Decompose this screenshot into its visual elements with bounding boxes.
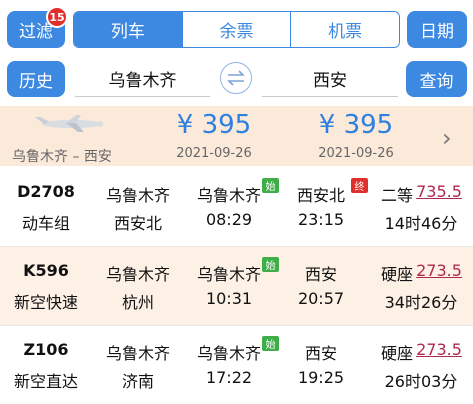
- query-button[interactable]: 查询: [406, 61, 467, 97]
- train-origin: 乌鲁木齐: [105, 344, 170, 363]
- tab-flights[interactable]: 机票: [290, 12, 399, 47]
- trip-duration: 14时46分: [384, 214, 458, 233]
- airplane-icon: [35, 115, 103, 132]
- train-number: K596: [23, 261, 69, 280]
- mode-tabs: 列车 余票 机票: [73, 11, 400, 48]
- arrive-time: 23:15: [297, 210, 345, 229]
- flight-date: 2021-09-26: [176, 146, 252, 161]
- seat-price[interactable]: 735.5: [413, 182, 465, 201]
- to-station-input[interactable]: 西安: [262, 61, 398, 97]
- from-station-input[interactable]: 乌鲁木齐: [75, 61, 210, 97]
- seat-class: 硬座: [380, 265, 413, 284]
- chevron-right-icon[interactable]: ›: [442, 124, 452, 152]
- swap-stations-button[interactable]: [220, 62, 252, 94]
- train-destination: 杭州: [121, 293, 154, 312]
- arrive-station: 西安北: [296, 186, 345, 205]
- arrive-station: 西安: [304, 265, 337, 284]
- trip-duration: 34时26分: [384, 293, 458, 312]
- filter-count-badge: 15: [46, 6, 68, 28]
- start-station-tag: 始: [262, 257, 279, 272]
- start-station-tag: 始: [262, 336, 279, 351]
- table-row[interactable]: K596 新空快速 乌鲁木齐 杭州 乌鲁木齐 始 10:31 西安 20:57 …: [0, 247, 473, 325]
- arrive-time: 20:57: [297, 289, 345, 308]
- train-destination: 西安北: [113, 214, 162, 233]
- flight-price-option[interactable]: ¥ 395 2021-09-26: [154, 110, 274, 161]
- trip-duration: 26时03分: [384, 372, 458, 391]
- tab-trains[interactable]: 列车: [74, 12, 182, 47]
- table-row[interactable]: D2708 动车组 乌鲁木齐 西安北 乌鲁木齐 始 08:29 西安北 终 23…: [0, 168, 473, 246]
- train-number: Z106: [23, 340, 69, 359]
- seat-price[interactable]: 273.5: [413, 261, 465, 280]
- table-row[interactable]: Z106 新空直达 乌鲁木齐 济南 乌鲁木齐 始 17:22 西安 19:25 …: [0, 326, 473, 404]
- depart-station: 乌鲁木齐: [196, 186, 261, 205]
- depart-time: 08:29: [205, 210, 253, 229]
- seat-price[interactable]: 273.5: [413, 340, 465, 359]
- seat-class: 硬座: [380, 344, 413, 363]
- flight-price-banner[interactable]: 乌鲁木齐 – 西安 ¥ 395 2021-09-26 ¥ 395 2021-09…: [0, 106, 473, 166]
- train-destination: 济南: [121, 372, 154, 391]
- train-type: 动车组: [21, 214, 70, 233]
- arrive-station: 西安: [304, 344, 337, 363]
- flight-route: 乌鲁木齐 – 西安: [12, 149, 112, 165]
- date-button[interactable]: 日期: [407, 11, 467, 48]
- train-type: 新空直达: [13, 372, 78, 391]
- seat-class: 二等: [380, 186, 413, 205]
- date-label: 日期: [420, 22, 454, 42]
- flight-price: ¥ 395: [318, 110, 394, 140]
- depart-station: 乌鲁木齐: [196, 265, 261, 284]
- train-number: D2708: [17, 182, 75, 201]
- flight-date: 2021-09-26: [318, 146, 394, 161]
- history-label: 历史: [19, 71, 53, 92]
- train-origin: 乌鲁木齐: [105, 186, 170, 205]
- train-type: 新空快速: [13, 293, 78, 312]
- depart-station: 乌鲁木齐: [196, 344, 261, 363]
- arrive-time: 19:25: [297, 368, 345, 387]
- start-station-tag: 始: [262, 178, 279, 193]
- depart-time: 17:22: [205, 368, 253, 387]
- flight-price-option[interactable]: ¥ 395 2021-09-26: [296, 110, 416, 161]
- swap-arrows-icon: [227, 70, 245, 86]
- depart-time: 10:31: [205, 289, 253, 308]
- flight-price: ¥ 395: [176, 110, 252, 140]
- query-label: 查询: [419, 71, 454, 92]
- history-button[interactable]: 历史: [7, 61, 65, 97]
- tab-remaining-tickets[interactable]: 余票: [181, 12, 291, 47]
- train-origin: 乌鲁木齐: [105, 265, 170, 284]
- end-station-tag: 终: [351, 178, 368, 193]
